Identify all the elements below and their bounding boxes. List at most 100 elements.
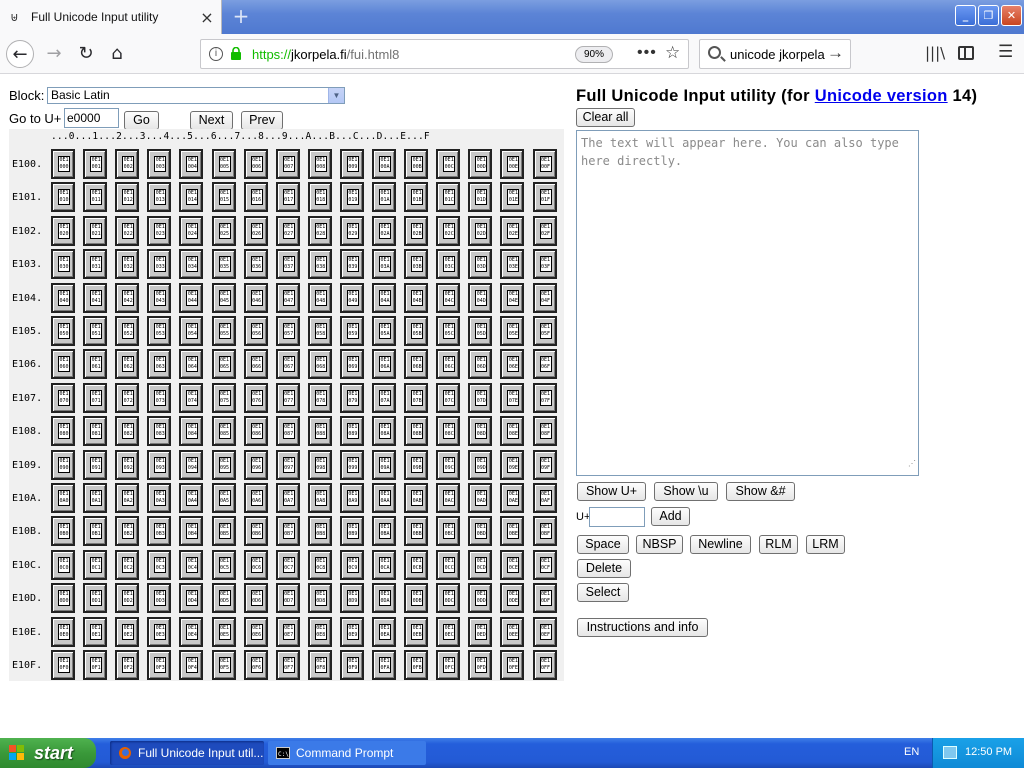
char-button[interactable]: 0E1 0CC: [436, 549, 461, 580]
zoom-level-badge[interactable]: 90%: [575, 46, 613, 63]
search-go-arrow-icon[interactable]: →: [827, 43, 844, 63]
maximize-button[interactable]: ❐: [978, 5, 999, 26]
char-button[interactable]: 0E1 009: [339, 149, 364, 179]
char-button[interactable]: 0E1 002: [115, 149, 140, 179]
char-button[interactable]: 0E1 0C5: [211, 549, 236, 580]
char-button[interactable]: 0E1 0F8: [307, 650, 332, 680]
char-button[interactable]: 0E1 0BE: [500, 516, 525, 547]
char-button[interactable]: 0E1 0D8: [307, 583, 332, 614]
char-button[interactable]: 0E1 054: [179, 316, 204, 346]
hamburger-menu-icon[interactable]: ☰: [998, 42, 1013, 62]
char-button[interactable]: 0E1 045: [211, 282, 236, 313]
char-button[interactable]: 0E1 04E: [500, 282, 525, 313]
char-button[interactable]: 0E1 0D1: [83, 583, 108, 614]
char-button[interactable]: 0E1 0EC: [436, 616, 461, 647]
char-button[interactable]: 0E1 05C: [436, 316, 461, 346]
char-button[interactable]: 0E1 07B: [404, 382, 429, 413]
char-button[interactable]: 0E1 0DC: [436, 583, 461, 614]
char-button[interactable]: 0E1 0F6: [243, 650, 268, 680]
char-button[interactable]: 0E1 017: [275, 182, 300, 213]
char-button[interactable]: 0E1 0BB: [404, 516, 429, 547]
char-button[interactable]: 0E1 0DA: [372, 583, 396, 614]
char-button[interactable]: 0E1 0F3: [147, 650, 172, 680]
char-button[interactable]: 0E1 004: [179, 149, 204, 179]
char-button[interactable]: 0E1 093: [147, 449, 172, 480]
char-button[interactable]: 0E1 0D7: [275, 583, 300, 614]
char-button[interactable]: 0E1 096: [243, 449, 268, 480]
char-button[interactable]: 0E1 076: [243, 382, 268, 413]
char-button[interactable]: 0E1 0A1: [83, 483, 108, 513]
char-button[interactable]: 0E1 03D: [468, 249, 493, 280]
taskbar-item-command-prompt[interactable]: C:\ Command Prompt: [268, 741, 426, 765]
char-button[interactable]: 0E1 0A9: [339, 483, 364, 513]
char-button[interactable]: 0E1 0E5: [211, 616, 236, 647]
char-button[interactable]: 0E1 082: [115, 416, 140, 447]
char-button[interactable]: 0E1 087: [275, 416, 300, 447]
char-button[interactable]: 0E1 00D: [468, 149, 493, 179]
char-button[interactable]: 0E1 032: [115, 249, 140, 280]
char-button[interactable]: 0E1 00E: [500, 149, 525, 179]
char-button[interactable]: 0E1 061: [83, 349, 108, 380]
show-entity-button[interactable]: Show &#: [726, 482, 795, 501]
char-button[interactable]: 0E1 0A4: [179, 483, 204, 513]
char-button[interactable]: 0E1 066: [243, 349, 268, 380]
char-button[interactable]: 0E1 0FE: [500, 650, 525, 680]
char-button[interactable]: 0E1 0E0: [51, 616, 75, 647]
char-button[interactable]: 0E1 00A: [372, 149, 396, 179]
char-button[interactable]: 0E1 0EA: [372, 616, 396, 647]
char-button[interactable]: 0E1 038: [307, 249, 332, 280]
char-button[interactable]: 0E1 084: [179, 416, 204, 447]
char-button[interactable]: 0E1 09C: [436, 449, 461, 480]
char-button[interactable]: 0E1 0F7: [275, 650, 300, 680]
char-button[interactable]: 0E1 0DE: [500, 583, 525, 614]
char-button[interactable]: 0E1 068: [307, 349, 332, 380]
back-arrow-icon[interactable]: ←: [6, 40, 34, 68]
char-button[interactable]: 0E1 0C6: [243, 549, 268, 580]
nbsp-button[interactable]: NBSP: [636, 535, 683, 554]
char-button[interactable]: 0E1 0EE: [500, 616, 525, 647]
char-button[interactable]: 0E1 04D: [468, 282, 493, 313]
char-button[interactable]: 0E1 0F4: [179, 650, 204, 680]
char-button[interactable]: 0E1 0A7: [275, 483, 300, 513]
char-button[interactable]: 0E1 03A: [372, 249, 396, 280]
new-tab-button[interactable]: +: [230, 5, 252, 27]
char-button[interactable]: 0E1 08B: [404, 416, 429, 447]
char-button[interactable]: 0E1 005: [211, 149, 236, 179]
clear-all-button[interactable]: Clear all: [576, 108, 635, 127]
char-button[interactable]: 0E1 029: [339, 215, 364, 246]
codepoint-add-input[interactable]: [589, 507, 645, 527]
char-button[interactable]: 0E1 03E: [500, 249, 525, 280]
char-button[interactable]: 0E1 062: [115, 349, 140, 380]
char-button[interactable]: 0E1 08A: [372, 416, 396, 447]
char-button[interactable]: 0E1 064: [179, 349, 204, 380]
go-button[interactable]: Go: [124, 111, 159, 130]
char-button[interactable]: 0E1 02F: [532, 215, 557, 246]
char-button[interactable]: 0E1 085: [211, 416, 236, 447]
char-button[interactable]: 0E1 02B: [404, 215, 429, 246]
char-button[interactable]: 0E1 073: [147, 382, 172, 413]
char-button[interactable]: 0E1 0AB: [404, 483, 429, 513]
char-button[interactable]: 0E1 0F1: [83, 650, 108, 680]
char-button[interactable]: 0E1 006: [243, 149, 268, 179]
char-button[interactable]: 0E1 063: [147, 349, 172, 380]
char-button[interactable]: 0E1 027: [275, 215, 300, 246]
char-button[interactable]: 0E1 0B7: [275, 516, 300, 547]
char-button[interactable]: 0E1 0D4: [179, 583, 204, 614]
char-button[interactable]: 0E1 0AA: [372, 483, 396, 513]
char-button[interactable]: 0E1 0A3: [147, 483, 172, 513]
char-button[interactable]: 0E1 0FB: [404, 650, 429, 680]
char-button[interactable]: 0E1 083: [147, 416, 172, 447]
char-button[interactable]: 0E1 026: [243, 215, 268, 246]
home-icon[interactable]: ⌂: [103, 40, 131, 68]
char-button[interactable]: 0E1 01F: [532, 182, 557, 213]
goto-codepoint-input[interactable]: e0000: [64, 108, 119, 128]
taskbar-item-firefox[interactable]: Full Unicode Input util...: [110, 741, 264, 765]
char-button[interactable]: 0E1 09A: [372, 449, 396, 480]
char-button[interactable]: 0E1 050: [51, 316, 75, 346]
char-button[interactable]: 0E1 048: [307, 282, 332, 313]
char-button[interactable]: 0E1 028: [307, 215, 332, 246]
char-button[interactable]: 0E1 05D: [468, 316, 493, 346]
char-button[interactable]: 0E1 0AF: [532, 483, 557, 513]
char-button[interactable]: 0E1 0EB: [404, 616, 429, 647]
char-button[interactable]: 0E1 0DF: [532, 583, 557, 614]
